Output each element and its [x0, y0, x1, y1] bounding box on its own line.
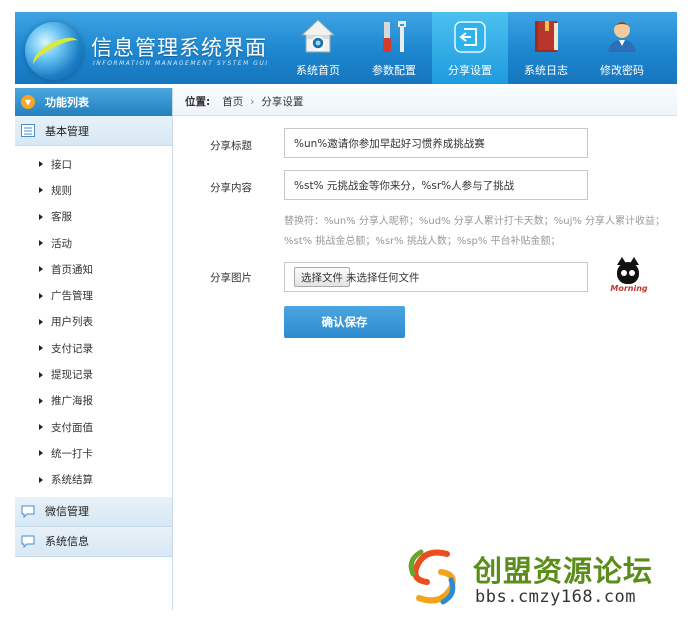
sidebar-group-label: 微信管理: [45, 505, 89, 519]
sidebar-item-users[interactable]: 用户列表: [15, 309, 172, 335]
sidebar-group-basic[interactable]: 基本管理: [15, 116, 172, 146]
caret-right-icon: [39, 345, 43, 352]
caret-right-icon: [39, 424, 43, 431]
sidebar-item-activity[interactable]: 活动: [15, 230, 172, 256]
sidebar-group-label: 基本管理: [45, 124, 89, 138]
nav-item-params[interactable]: 参数配置: [356, 12, 432, 84]
app-title: 信息管理系统界面: [91, 36, 267, 60]
sidebar-list: 接口 规则 客服 活动 首页通知 广告管理 用户列表 支付记录 提现记录 推广海…: [15, 146, 172, 497]
sidebar-item-service[interactable]: 客服: [15, 204, 172, 230]
nav-label: 系统首页: [296, 64, 340, 77]
sidebar-item-label: 接口: [51, 158, 72, 171]
breadcrumb-separator: ›: [250, 95, 255, 108]
file-status: 未选择任何文件: [346, 271, 420, 284]
sidebar-item-label: 规则: [51, 184, 72, 197]
sidebar-item-posters[interactable]: 推广海报: [15, 388, 172, 414]
sidebar-item-label: 用户列表: [51, 316, 93, 329]
sidebar-item-label: 支付记录: [51, 342, 93, 355]
watermark-title: 创盟资源论坛: [473, 554, 654, 588]
logo-icon: [25, 22, 84, 80]
caret-right-icon: [39, 397, 43, 404]
share-image-label: 分享图片: [210, 272, 252, 284]
sidebar-item-notice[interactable]: 首页通知: [15, 256, 172, 282]
caret-right-icon: [39, 476, 43, 483]
hint-line: 替换符：%un% 分享人昵称；%ud% 分享人累计打卡天数；%uj% 分享人累计…: [284, 216, 666, 227]
app-header: 信息管理系统界面 INFORMATION MANAGEMENT SYSTEM G…: [15, 12, 677, 84]
breadcrumb-prefix: 位置:: [185, 96, 211, 108]
sidebar-item-label: 客服: [51, 211, 72, 224]
caret-right-icon: [39, 240, 43, 247]
sidebar: ▼ 功能列表 基本管理 接口 规则 客服 活动 首页通知 广告管理 用户列表 支…: [15, 88, 173, 610]
sidebar-item-label: 统一打卡: [51, 447, 93, 460]
nav-label: 修改密码: [600, 64, 644, 77]
nav-label: 参数配置: [372, 64, 416, 77]
sidebar-item-label: 活动: [51, 237, 72, 250]
share-icon: [452, 18, 488, 59]
sidebar-item-label: 提现记录: [51, 369, 93, 382]
book-icon: [528, 18, 564, 59]
share-image-file-input[interactable]: 选择文件 未选择任何文件: [284, 262, 588, 292]
caret-right-icon: [39, 161, 43, 168]
app-subtitle: INFORMATION MANAGEMENT SYSTEM GUI: [93, 60, 269, 67]
save-button[interactable]: 确认保存: [284, 306, 405, 338]
cat-icon: [617, 257, 639, 284]
caret-right-icon: [39, 371, 43, 378]
sidebar-group-wechat[interactable]: 微信管理: [15, 496, 172, 527]
nav-item-password[interactable]: 修改密码: [584, 12, 660, 84]
sidebar-item-rules[interactable]: 规则: [15, 177, 172, 203]
sidebar-group-label: 系统信息: [45, 535, 89, 549]
share-content-label: 分享内容: [210, 182, 252, 194]
nav-item-log[interactable]: 系统日志: [508, 12, 584, 84]
sidebar-item-label: 系统结算: [51, 474, 93, 487]
sidebar-header: ▼ 功能列表: [15, 88, 172, 116]
sidebar-item-checkin[interactable]: 统一打卡: [15, 440, 172, 466]
caret-right-icon: [39, 266, 43, 273]
caret-right-icon: [39, 318, 43, 325]
watermark: 创盟资源论坛 bbs.cmzy168.com: [395, 540, 685, 614]
user-icon: [604, 18, 640, 59]
thumbnail-caption: Morning: [610, 284, 648, 293]
choose-file-button[interactable]: 选择文件: [294, 267, 350, 287]
house-icon: [300, 18, 336, 59]
share-image-thumbnail: Morning: [608, 257, 648, 296]
sidebar-item-settlement[interactable]: 系统结算: [15, 467, 172, 493]
nav-label: 分享设置: [448, 64, 492, 77]
sidebar-item-api[interactable]: 接口: [15, 151, 172, 177]
sidebar-item-withdrawals[interactable]: 提现记录: [15, 361, 172, 387]
nav-label: 系统日志: [524, 64, 568, 77]
sidebar-item-denominations[interactable]: 支付面值: [15, 414, 172, 440]
swirl-logo-icon: [408, 549, 456, 605]
sidebar-item-label: 推广海报: [51, 395, 93, 408]
share-title-input[interactable]: %un%邀请你参加早起好习惯养成挑战赛: [284, 128, 588, 158]
caret-right-icon: [39, 292, 43, 299]
sidebar-item-label: 广告管理: [51, 290, 93, 303]
share-content-input[interactable]: %st% 元挑战金等你来分，%sr%人参与了挑战: [284, 170, 588, 200]
breadcrumb: 位置: 首页 › 分享设置: [173, 88, 677, 116]
caret-right-icon: [39, 187, 43, 194]
breadcrumb-home[interactable]: 首页: [222, 94, 243, 109]
sidebar-group-system[interactable]: 系统信息: [15, 526, 172, 557]
share-title-label: 分享标题: [210, 140, 252, 152]
placeholder-hint: 替换符：%un% 分享人昵称；%ud% 分享人累计打卡天数；%uj% 分享人累计…: [284, 212, 674, 252]
sidebar-item-label: 首页通知: [51, 263, 93, 276]
sidebar-item-ads[interactable]: 广告管理: [15, 282, 172, 308]
sidebar-header-label: 功能列表: [45, 96, 89, 109]
breadcrumb-current: 分享设置: [261, 96, 304, 108]
hint-line: %st% 挑战金总额；%sr% 挑战人数；%sp% 平台补贴金额；: [284, 236, 561, 247]
tools-icon: [376, 18, 412, 59]
chat-icon: [21, 505, 35, 518]
nav-item-home[interactable]: 系统首页: [280, 12, 356, 84]
chat-icon: [21, 535, 35, 548]
nav-item-share[interactable]: 分享设置: [432, 12, 508, 84]
sidebar-item-payments[interactable]: 支付记录: [15, 335, 172, 361]
list-icon: [21, 124, 35, 137]
chevron-down-icon: ▼: [21, 95, 35, 109]
watermark-url: bbs.cmzy168.com: [475, 587, 637, 607]
top-nav: 系统首页 参数配置 分享设置 系统日志 修改密码: [280, 12, 660, 84]
sidebar-item-label: 支付面值: [51, 421, 93, 434]
caret-right-icon: [39, 213, 43, 220]
caret-right-icon: [39, 450, 43, 457]
